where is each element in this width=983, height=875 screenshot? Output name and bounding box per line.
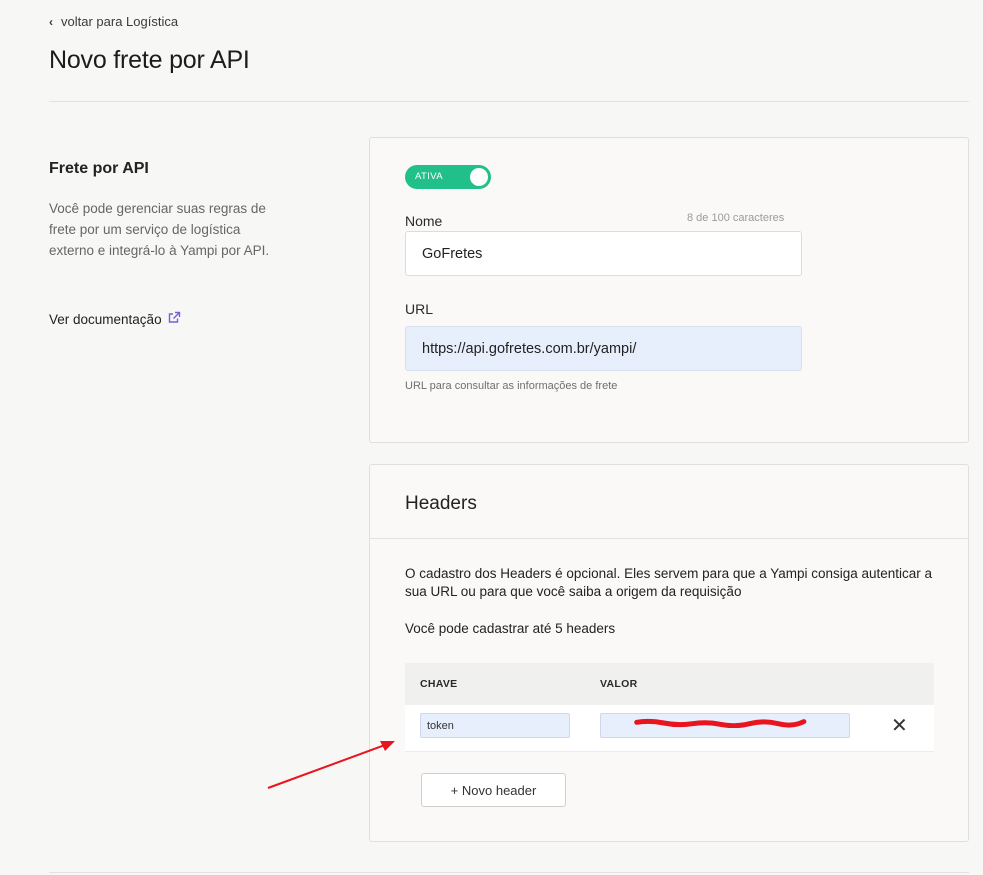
page-title: Novo frete por API (49, 46, 250, 74)
headers-card: Headers O cadastro dos Headers é opciona… (369, 464, 969, 842)
column-value-header: VALOR (600, 678, 638, 690)
headers-description: O cadastro dos Headers é opcional. Eles … (405, 566, 933, 599)
section-title: Frete por API (49, 160, 149, 177)
active-toggle[interactable]: ATIVA (405, 165, 491, 189)
general-settings-card: ATIVA Nome 8 de 100 caracteres GoFretes … (369, 137, 969, 443)
documentation-link-label: Ver documentação (49, 311, 162, 327)
headers-limit-note: Você pode cadastrar até 5 headers (405, 621, 616, 636)
add-header-button[interactable]: + Novo header (421, 773, 566, 807)
section-description: Você pode gerenciar suas regras de frete… (49, 201, 270, 258)
name-label: Nome (405, 213, 443, 229)
name-input[interactable]: GoFretes (405, 231, 802, 276)
headers-title: Headers (405, 493, 477, 514)
back-link-label: voltar para Logística (61, 14, 179, 29)
header-value-input[interactable] (600, 713, 850, 738)
name-char-counter: 8 de 100 caracteres (687, 212, 785, 224)
header-key-input[interactable]: token (420, 713, 570, 738)
remove-header-icon[interactable]: ✕ (891, 716, 908, 736)
column-key-header: CHAVE (420, 678, 458, 690)
url-input[interactable]: https://api.gofretes.com.br/yampi/ (405, 326, 802, 371)
back-link[interactable]: ‹ voltar para Logística (49, 14, 178, 29)
chevron-left-icon: ‹ (49, 14, 53, 29)
toggle-label: ATIVA (415, 171, 444, 182)
redaction-scribble (634, 718, 807, 728)
url-label: URL (405, 301, 434, 317)
divider (370, 538, 968, 539)
table-row: token ✕ (405, 705, 934, 752)
documentation-link[interactable]: Ver documentação (49, 311, 181, 327)
divider (49, 872, 969, 873)
url-help-text: URL para consultar as informações de fre… (405, 380, 618, 392)
headers-table-header: CHAVE VALOR (405, 663, 934, 705)
divider (49, 101, 969, 102)
toggle-knob (470, 168, 488, 186)
external-link-icon (168, 311, 181, 327)
